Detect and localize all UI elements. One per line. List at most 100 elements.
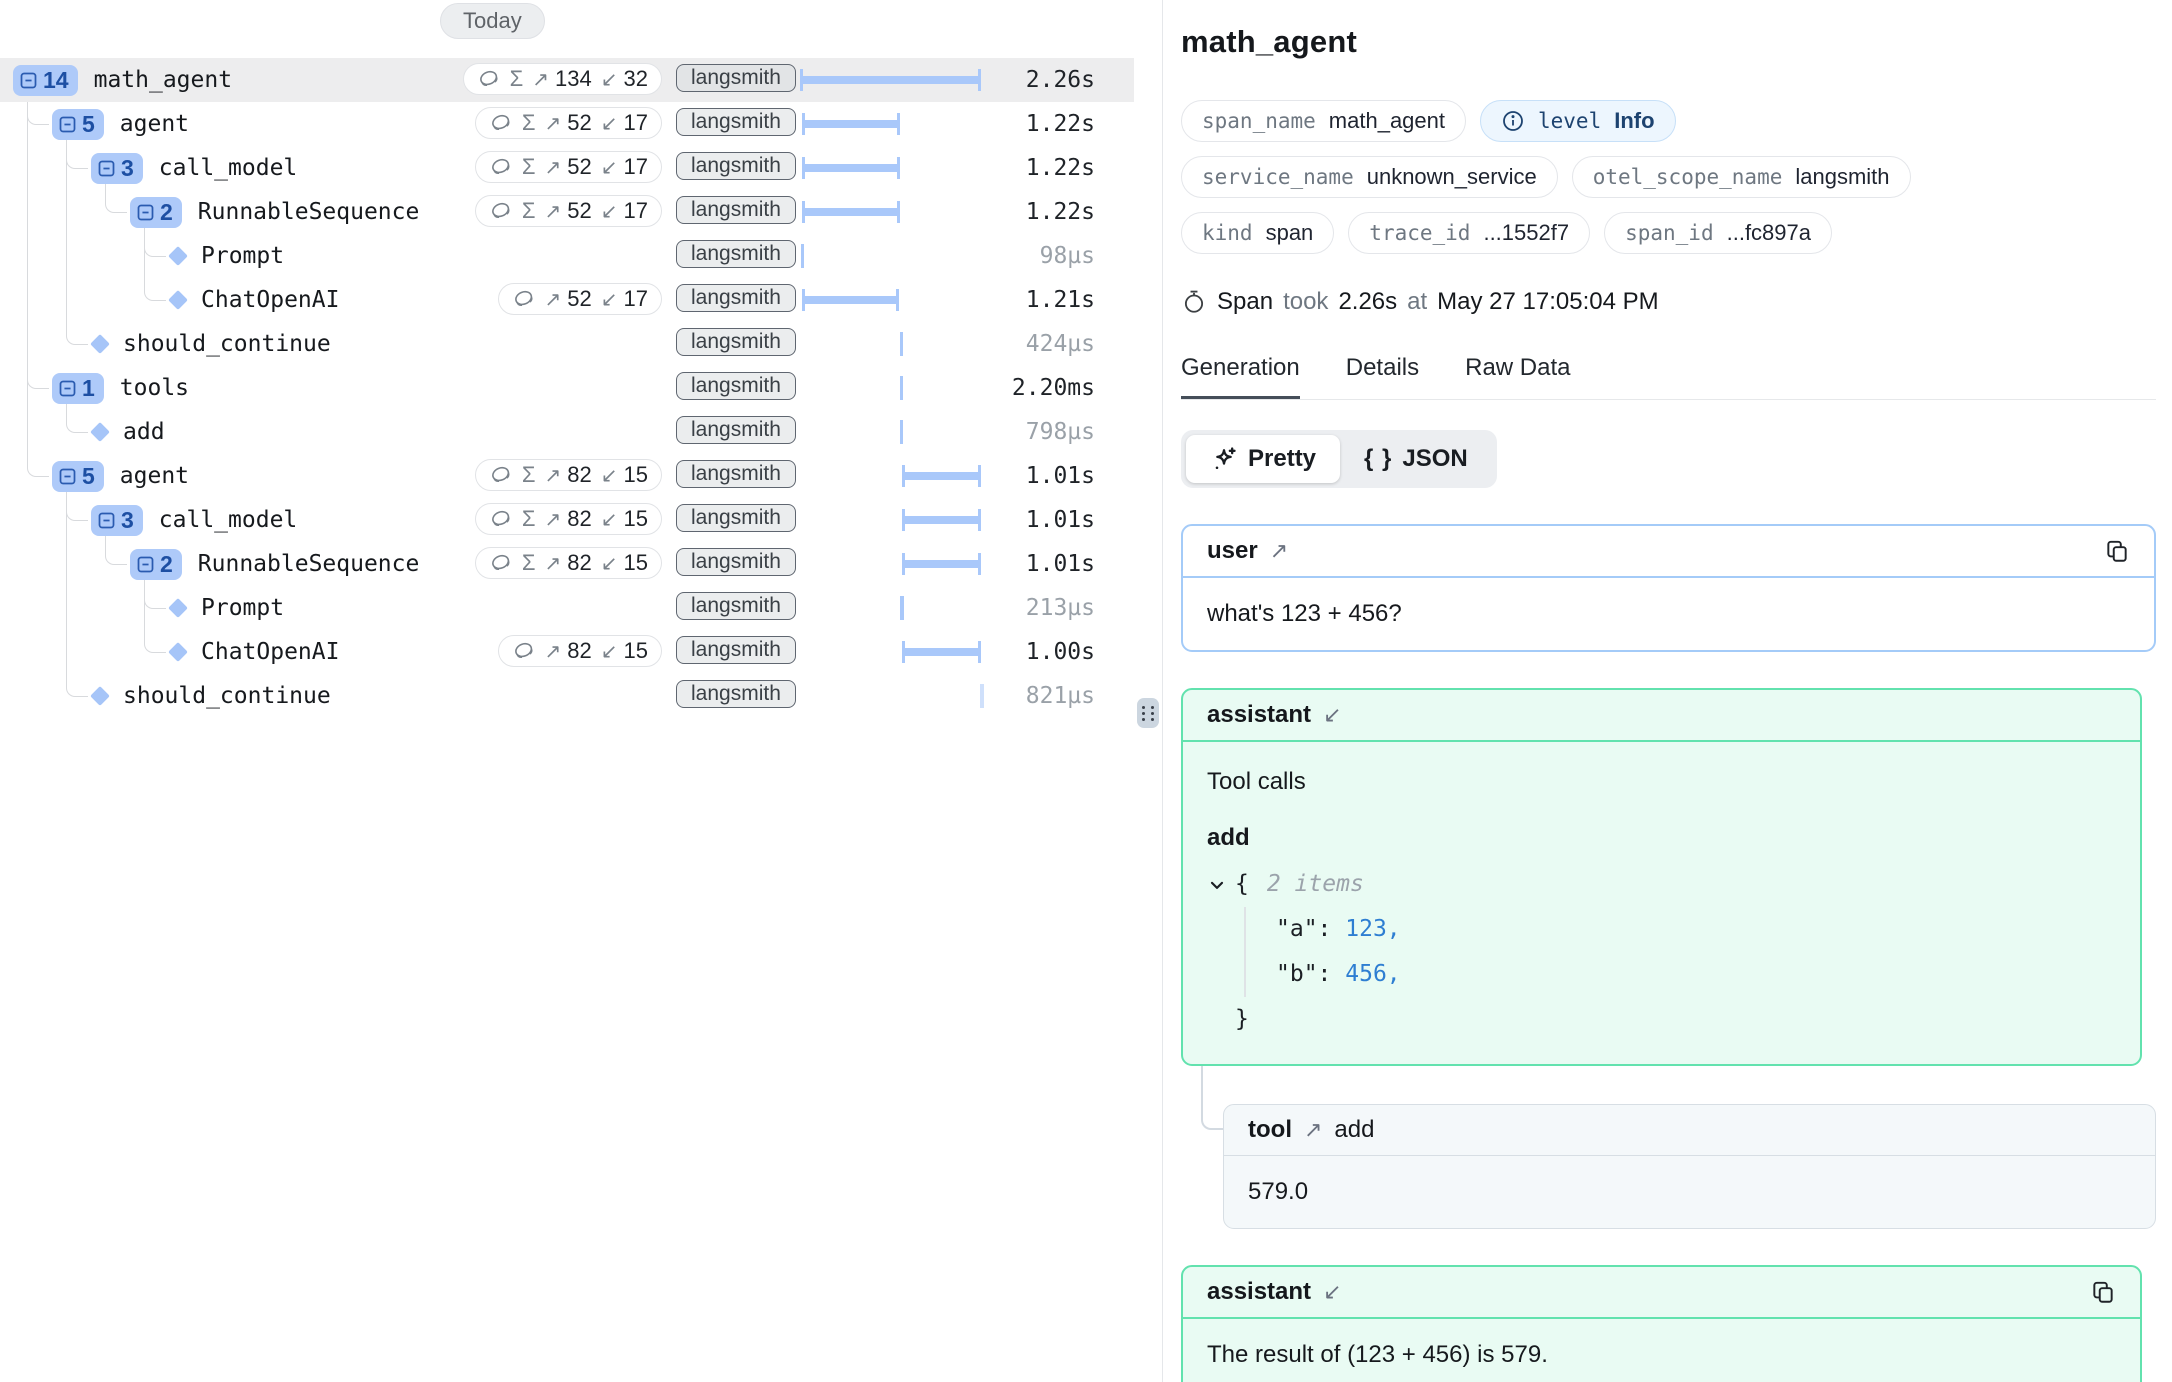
sigma-icon: Σ xyxy=(522,198,536,224)
trace-row-agent[interactable]: 5agentΣ↗82↙15langsmith1.01s xyxy=(0,454,1134,498)
trace-row-Prompt[interactable]: Promptlangsmith98µs xyxy=(0,234,1134,278)
tree-node: 2 RunnableSequence xyxy=(0,542,419,586)
tree-node: should_continue xyxy=(0,322,331,366)
span-name-label: add xyxy=(123,419,165,445)
chevron-down-icon xyxy=(1207,875,1227,895)
trace-row-add[interactable]: addlangsmith798µs xyxy=(0,410,1134,454)
splitter-drag-handle-icon[interactable] xyxy=(1137,698,1159,728)
waterfall-timeline xyxy=(800,278,988,322)
duration-label: 424µs xyxy=(1026,322,1095,366)
message-content-assistant-final: The result of (123 + 456) is 579. xyxy=(1183,1319,2140,1382)
collapse-count-badge[interactable]: 1 xyxy=(52,373,104,404)
today-badge[interactable]: Today xyxy=(440,3,545,39)
pill-service-name: service_name unknown_service xyxy=(1181,156,1558,198)
span-title: math_agent xyxy=(1181,24,2156,60)
sigma-icon: Σ xyxy=(522,110,536,136)
json-entry: "a": 123, xyxy=(1276,907,2116,952)
collapse-minus-icon xyxy=(57,466,78,487)
langsmith-tag: langsmith xyxy=(676,592,796,620)
json-entries: "a": 123, "b": 456, xyxy=(1244,907,2116,997)
json-toggle-button[interactable]: { } JSON xyxy=(1340,435,1492,483)
collapse-count-badge[interactable]: 3 xyxy=(91,505,143,536)
span-name-label: should_continue xyxy=(123,331,331,357)
span-name-label: math_agent xyxy=(94,67,232,93)
arrow-down-left-icon: ↙ xyxy=(1323,702,1341,728)
tab-raw-data[interactable]: Raw Data xyxy=(1465,354,1570,399)
trace-row-tools[interactable]: 1toolslangsmith2.20ms xyxy=(0,366,1134,410)
info-icon xyxy=(1501,109,1525,133)
duration-label: 1.00s xyxy=(1026,630,1095,674)
trace-row-call_model[interactable]: 3call_modelΣ↗82↙15langsmith1.01s xyxy=(0,498,1134,542)
trace-row-call_model[interactable]: 3call_modelΣ↗52↙17langsmith1.22s xyxy=(0,146,1134,190)
tokens-out-arrow-icon: ↙ xyxy=(601,111,618,136)
collapse-count-badge[interactable]: 5 xyxy=(52,461,104,492)
tool-call-name: add xyxy=(1207,824,2116,852)
collapse-count-badge[interactable]: 3 xyxy=(91,153,143,184)
token-usage-badge: Σ↗52↙17 xyxy=(475,107,662,139)
token-coin-icon xyxy=(489,111,513,135)
tab-generation[interactable]: Generation xyxy=(1181,354,1300,399)
langsmith-tag: langsmith xyxy=(676,636,796,664)
copy-button[interactable] xyxy=(2104,538,2130,564)
pill-span-id: span_id ...fc897a xyxy=(1604,212,1832,254)
duration-label: 821µs xyxy=(1026,674,1095,718)
leaf-diamond-icon xyxy=(90,334,110,354)
waterfall-timeline xyxy=(800,146,988,190)
span-timing-line: Span took 2.26s at May 27 17:05:04 PM xyxy=(1181,288,2156,316)
view-mode-toggle: Pretty { } JSON xyxy=(1181,430,1497,488)
duration-label: 2.26s xyxy=(1026,58,1095,102)
copy-button[interactable] xyxy=(2090,1279,2116,1305)
tokens-out-arrow-icon: ↙ xyxy=(601,507,618,532)
trace-row-ChatOpenAI[interactable]: ChatOpenAI↗52↙17langsmith1.21s xyxy=(0,278,1134,322)
collapse-count-badge[interactable]: 5 xyxy=(52,109,104,140)
tree-node: Prompt xyxy=(0,234,284,278)
message-content-assistant: Tool calls add { 2 items "a": 123, "b": … xyxy=(1183,742,2140,1064)
trace-row-agent[interactable]: 5agentΣ↗52↙17langsmith1.22s xyxy=(0,102,1134,146)
collapse-count-badge[interactable]: 14 xyxy=(13,65,78,96)
trace-row-ChatOpenAI[interactable]: ChatOpenAI↗82↙15langsmith1.00s xyxy=(0,630,1134,674)
leaf-diamond-icon xyxy=(90,686,110,706)
trace-row-should_continue[interactable]: should_continuelangsmith821µs xyxy=(0,674,1134,718)
tree-node: Prompt xyxy=(0,586,284,630)
span-name-label: RunnableSequence xyxy=(198,551,420,577)
waterfall-timeline xyxy=(800,586,988,630)
leaf-diamond-icon xyxy=(168,642,188,662)
tokens-in-arrow-icon: ↗ xyxy=(545,507,562,532)
langsmith-trace-view: Today 14math_agentΣ↗134↙32langsmith2.26s… xyxy=(0,0,2172,1382)
langsmith-tag: langsmith xyxy=(676,504,796,532)
panel-splitter[interactable] xyxy=(1134,0,1162,1382)
langsmith-tag: langsmith xyxy=(676,416,796,444)
trace-row-RunnableSequence[interactable]: 2RunnableSequenceΣ↗52↙17langsmith1.22s xyxy=(0,190,1134,234)
tab-details[interactable]: Details xyxy=(1346,354,1419,399)
trace-row-math_agent[interactable]: 14math_agentΣ↗134↙32langsmith2.26s xyxy=(0,58,1134,102)
collapse-count-badge[interactable]: 2 xyxy=(130,197,182,228)
leaf-diamond-icon xyxy=(168,598,188,618)
duration-label: 2.20ms xyxy=(1012,366,1095,410)
tokens-out-arrow-icon: ↙ xyxy=(601,463,618,488)
collapse-minus-icon xyxy=(57,378,78,399)
tokens-in-arrow-icon: ↗ xyxy=(545,287,562,312)
trace-row-RunnableSequence[interactable]: 2RunnableSequenceΣ↗82↙15langsmith1.01s xyxy=(0,542,1134,586)
pretty-toggle-button[interactable]: Pretty xyxy=(1186,435,1340,483)
token-coin-icon xyxy=(512,287,536,311)
duration-bar xyxy=(801,244,805,268)
trace-row-should_continue[interactable]: should_continuelangsmith424µs xyxy=(0,322,1134,366)
leaf-diamond-icon xyxy=(168,246,188,266)
duration-bar xyxy=(902,560,981,568)
trace-tree: 14math_agentΣ↗134↙32langsmith2.26s5agent… xyxy=(0,58,1134,718)
trace-row-Prompt[interactable]: Promptlangsmith213µs xyxy=(0,586,1134,630)
duration-bar xyxy=(802,164,900,172)
span-name-label: ChatOpenAI xyxy=(201,287,339,313)
json-collapse-row[interactable]: { 2 items xyxy=(1207,862,2116,907)
duration-bar xyxy=(900,420,904,444)
detail-tabs: Generation Details Raw Data xyxy=(1181,354,2156,400)
sigma-icon: Σ xyxy=(522,506,536,532)
json-entry: "b": 456, xyxy=(1276,952,2116,997)
tokens-in-arrow-icon: ↗ xyxy=(545,111,562,136)
tokens-out-arrow-icon: ↙ xyxy=(601,639,618,664)
tokens-out-arrow-icon: ↙ xyxy=(601,155,618,180)
token-usage-badge: Σ↗82↙15 xyxy=(475,547,662,579)
collapse-count-badge[interactable]: 2 xyxy=(130,549,182,580)
langsmith-tag: langsmith xyxy=(676,372,796,400)
token-usage-badge: Σ↗52↙17 xyxy=(475,151,662,183)
